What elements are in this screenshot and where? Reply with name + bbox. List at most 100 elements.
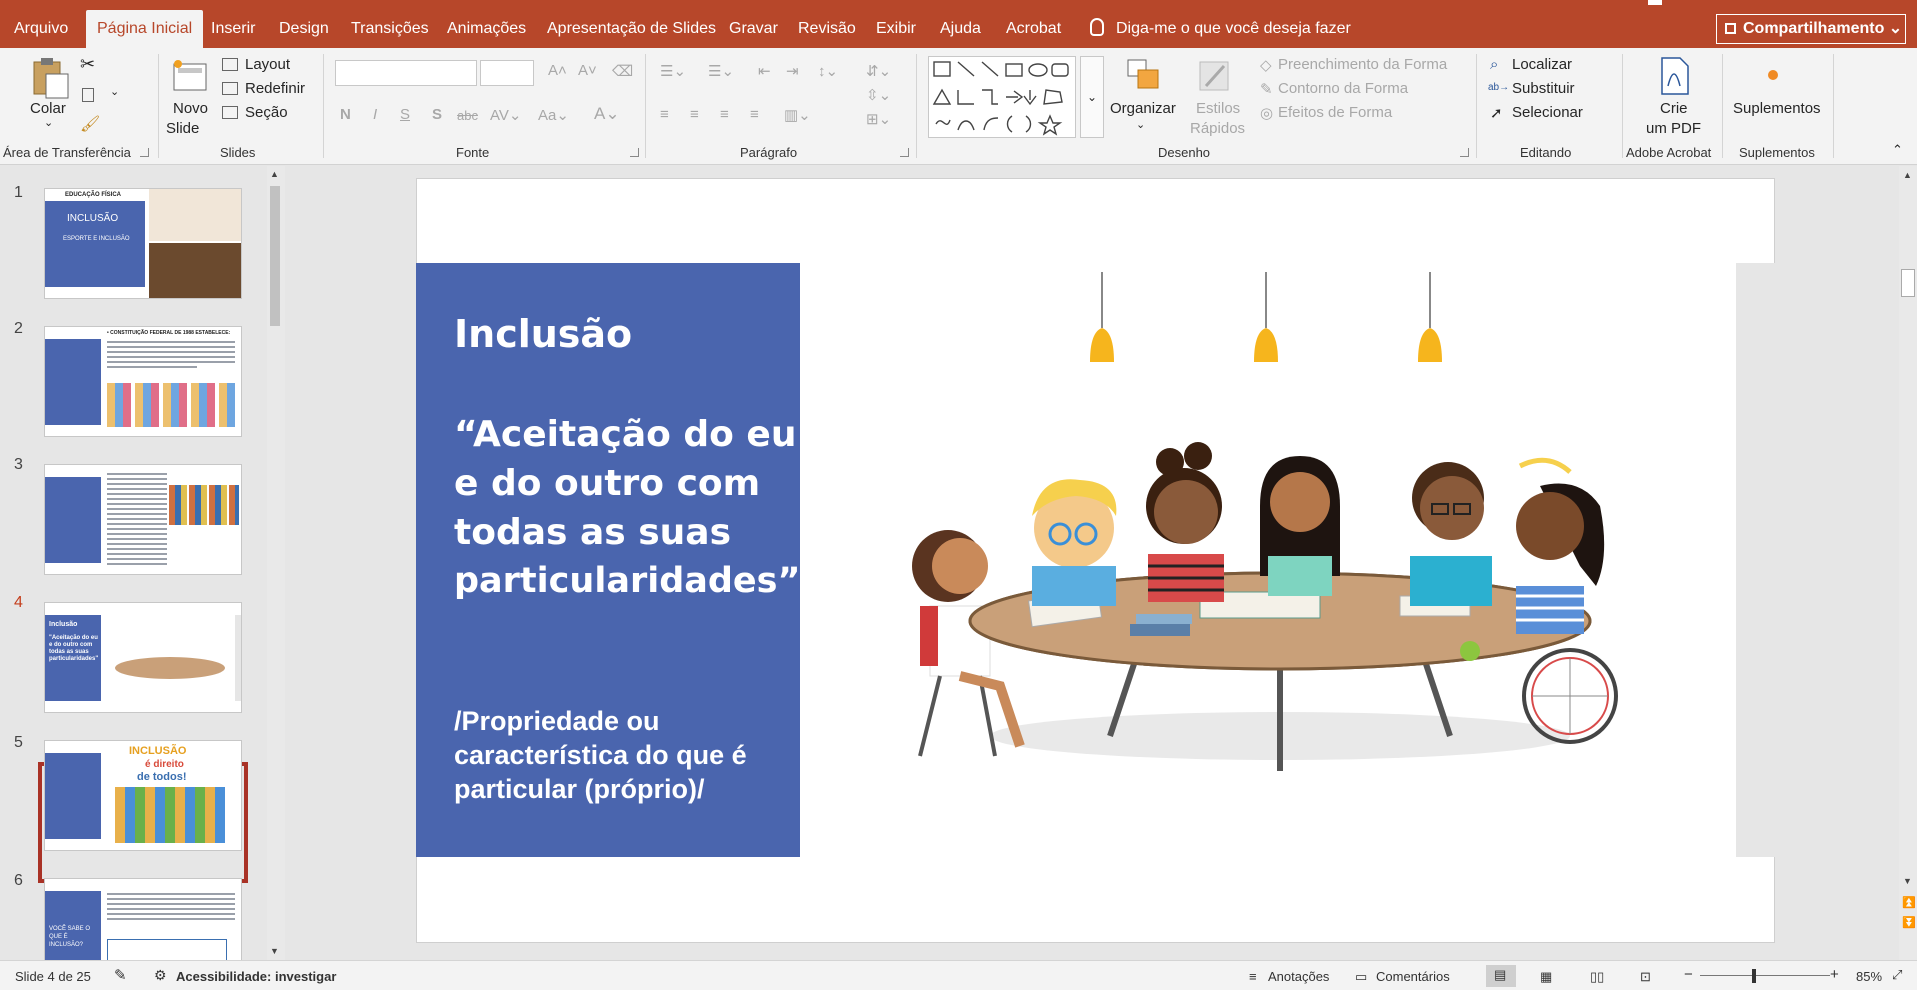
create-pdf-label-2[interactable]: um PDF [1646,120,1701,137]
shadow-icon[interactable]: S [432,106,442,123]
children-reading-illustration[interactable] [880,266,1660,786]
clear-format-icon[interactable]: ⌫ [612,62,633,80]
shapes-more-button[interactable]: ⌄ [1080,56,1104,138]
change-case-icon[interactable]: Aa⌄ [538,106,569,124]
thumbnail-scrollbar[interactable]: ▲ ▼ [267,166,285,960]
shape-fill-button[interactable]: Preenchimento da Forma [1278,56,1447,73]
zoom-slider[interactable] [1700,975,1830,976]
increase-indent-icon[interactable]: ⇥ [786,62,799,80]
dialog-launcher-icon[interactable] [1460,148,1469,157]
underline-icon[interactable]: S [400,106,410,123]
accessibility-status[interactable]: Acessibilidade: investigar [176,969,336,984]
scroll-up-icon[interactable]: ▲ [1903,170,1912,180]
shape-outline-button[interactable]: Contorno da Forma [1278,80,1408,97]
strikethrough-icon[interactable]: abc [457,108,478,123]
fit-to-window-icon[interactable]: ⤢ [1892,967,1902,983]
font-color-icon[interactable]: A⌄ [594,104,620,124]
slide-thumbnail-3[interactable] [44,464,242,575]
slide-title[interactable]: Inclusão [454,312,632,356]
justify-icon[interactable]: ≡ [750,106,759,123]
font-size-select[interactable] [480,60,534,86]
tab-transicoes[interactable]: Transições [351,10,429,48]
bold-icon[interactable]: N [340,106,351,123]
notes-button[interactable]: Anotações [1268,969,1329,984]
font-shrink-icon[interactable]: A˅ [578,62,597,79]
share-button[interactable]: Compartilhamento ⌄ [1716,14,1906,44]
select-button[interactable]: Selecionar [1512,104,1583,121]
bullets-icon[interactable]: ☰⌄ [660,62,686,80]
scroll-down-icon[interactable]: ▼ [1903,876,1912,886]
tab-gravar[interactable]: Gravar [729,10,778,48]
editor-scrollbar[interactable]: ▲ ▼ ⏫ ⏬ [1899,166,1917,960]
collapse-ribbon-icon[interactable]: ⌃ [1892,142,1903,158]
quick-styles-label-1[interactable]: Estilos [1196,100,1240,117]
dialog-launcher-icon[interactable] [900,148,909,157]
align-center-icon[interactable]: ≡ [690,106,699,123]
shape-effects-button[interactable]: Efeitos de Forma [1278,104,1392,121]
dialog-launcher-icon[interactable] [140,148,149,157]
font-family-select[interactable] [335,60,477,86]
italic-icon[interactable]: I [373,106,377,123]
spell-check-icon[interactable]: ✎ [114,966,127,984]
scissors-icon[interactable]: ✂ [80,54,95,75]
align-text-icon[interactable]: ⇳⌄ [866,86,891,104]
reset-button[interactable]: Redefinir [245,80,305,97]
next-slide-icon[interactable]: ⏬ [1902,916,1916,929]
tab-apresentacao[interactable]: Apresentação de Slides [547,10,716,48]
zoom-level[interactable]: 85% [1856,969,1882,984]
copy-icon[interactable] [82,88,94,102]
decrease-indent-icon[interactable]: ⇤ [758,62,771,80]
note-line: particular (próprio)/ [454,774,705,804]
dialog-launcher-icon[interactable] [630,148,639,157]
previous-slide-icon[interactable]: ⏫ [1902,896,1916,909]
group-label-font: Fonte [456,145,490,160]
slideshow-icon[interactable]: ⊡ [1640,969,1651,985]
slide-note[interactable]: /Propriedade ou característica do que é … [454,704,747,806]
slide-quote[interactable]: “Aceitação do eu e do outro com todas as… [454,410,801,606]
reading-view-icon[interactable]: ▯▯ [1590,969,1604,985]
arrange-button[interactable]: Organizar [1110,100,1176,117]
scrollbar-thumb[interactable] [1901,269,1915,297]
scroll-down-icon[interactable]: ▼ [270,946,279,956]
tell-me-search[interactable]: Diga-me o que você deseja fazer [1090,10,1351,48]
addins-button[interactable]: Suplementos [1733,100,1821,117]
tab-inserir[interactable]: Inserir [211,10,255,48]
comments-button[interactable]: Comentários [1376,969,1450,984]
font-grow-icon[interactable]: A˄ [548,62,567,79]
align-right-icon[interactable]: ≡ [720,106,729,123]
section-button[interactable]: Seção [245,104,288,121]
scrollbar-thumb[interactable] [270,186,280,326]
align-left-icon[interactable]: ≡ [660,106,669,123]
tab-pagina-inicial[interactable]: Página Inicial [86,10,204,48]
text-direction-icon[interactable]: ⇵⌄ [866,62,891,80]
tab-design[interactable]: Design [279,10,329,48]
numbering-icon[interactable]: ☰⌄ [708,62,734,80]
tab-exibir[interactable]: Exibir [876,10,916,48]
zoom-slider-thumb[interactable] [1752,969,1756,983]
thumbnail-image [107,383,235,427]
tab-ajuda[interactable]: Ajuda [940,10,981,48]
char-spacing-icon[interactable]: AV⌄ [490,106,521,124]
tab-arquivo[interactable]: Arquivo [14,10,68,48]
tab-acrobat[interactable]: Acrobat [1006,10,1061,48]
format-painter-icon[interactable]: 🖌 [80,114,100,134]
slide-sorter-icon[interactable]: ▦ [1540,969,1552,985]
scroll-up-icon[interactable]: ▲ [270,169,279,179]
layout-button[interactable]: Layout [245,56,290,73]
tab-revisao[interactable]: Revisão [798,10,856,48]
slide-thumbnail-2[interactable]: • CONSTITUIÇÃO FEDERAL DE 1988 ESTABELEC… [44,326,242,437]
smartart-icon[interactable]: ⊞⌄ [866,110,891,128]
replace-button[interactable]: Substituir [1512,80,1575,97]
line-spacing-icon[interactable]: ↕⌄ [818,62,838,80]
zoom-in-icon[interactable]: + [1830,966,1839,983]
slide-thumbnail-5[interactable]: INCLUSÃO é direito de todos! [44,740,242,851]
chevron-down-icon[interactable]: ⌄ [110,85,119,98]
slide-thumbnail-4[interactable]: Inclusão "Aceitação do eu e do outro com… [44,602,242,713]
quick-styles-label-2[interactable]: Rápidos [1190,120,1245,137]
slide-thumbnail-1[interactable]: EDUCAÇÃO FÍSICA INCLUSÃO ESPORTE E INCLU… [44,188,242,299]
tab-animacoes[interactable]: Animações [447,10,526,48]
columns-icon[interactable]: ▥⌄ [784,106,811,124]
create-pdf-label-1[interactable]: Crie [1660,100,1688,117]
find-button[interactable]: Localizar [1512,56,1572,73]
zoom-out-icon[interactable]: − [1684,966,1693,983]
